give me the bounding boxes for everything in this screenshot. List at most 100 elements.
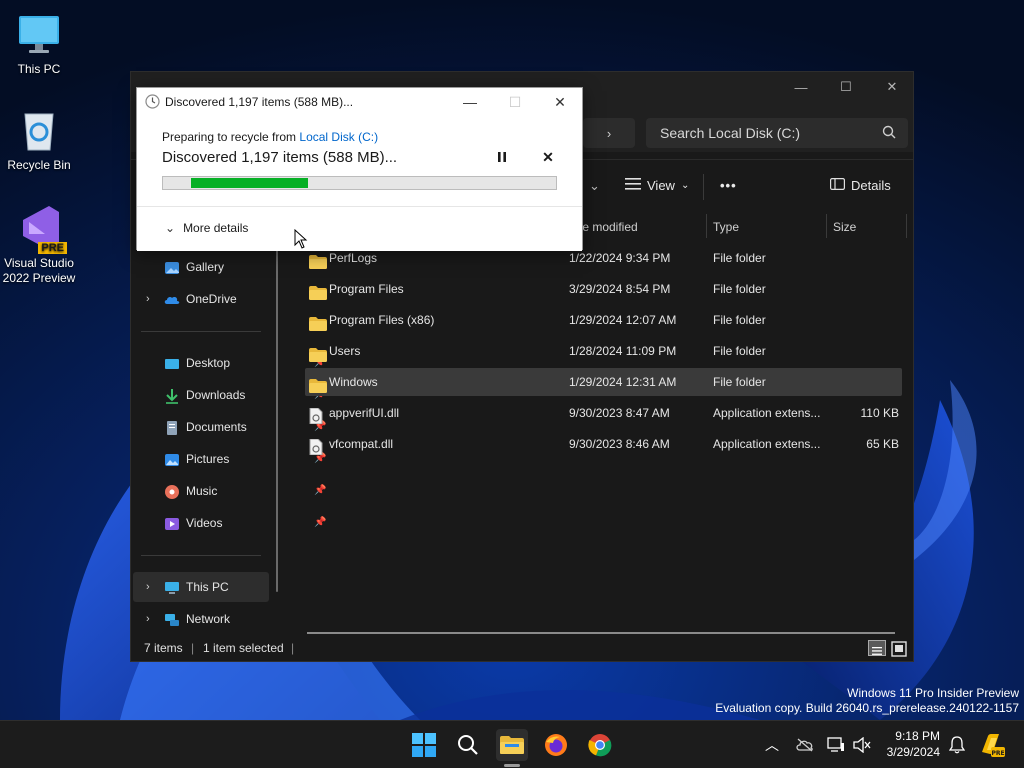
breadcrumb-chevron-button[interactable]: › bbox=[583, 118, 635, 148]
desktop-icon-visual-studio[interactable]: PRE Visual Studio 2022 Preview bbox=[2, 204, 76, 286]
nav-item-desktop[interactable]: Desktop 📌 bbox=[165, 350, 326, 376]
taskbar-search-button[interactable] bbox=[452, 729, 484, 761]
column-separator bbox=[706, 214, 707, 238]
nav-item-music[interactable]: Music 📌 bbox=[165, 478, 326, 504]
column-separator bbox=[906, 214, 907, 238]
nav-item-this-pc[interactable]: › This PC bbox=[146, 574, 229, 600]
dialog-titlebar: Discovered 1,197 items (588 MB)... — ☐ ✕ bbox=[137, 88, 582, 116]
start-button[interactable] bbox=[408, 729, 440, 761]
nav-item-network[interactable]: › Network bbox=[146, 606, 231, 632]
chevron-down-icon: ⌄ bbox=[165, 221, 176, 235]
chevron-right-icon[interactable]: › bbox=[146, 606, 150, 632]
search-icon bbox=[882, 125, 896, 142]
file-explorer-icon bbox=[500, 736, 524, 754]
file-row-program-files-x86[interactable]: Program Files (x86) 1/29/2024 12:07 AM F… bbox=[305, 306, 902, 334]
details-view-icon bbox=[872, 647, 882, 655]
details-pane-button[interactable]: Details bbox=[830, 178, 891, 193]
desktop-icon-label: This PC bbox=[17, 62, 61, 76]
pause-button[interactable] bbox=[495, 150, 509, 164]
onedrive-icon bbox=[164, 291, 180, 307]
file-row-appverifui-dll[interactable]: appverifUI.dll 9/30/2023 8:47 AM Applica… bbox=[305, 399, 902, 427]
status-divider: | bbox=[291, 641, 295, 655]
more-details-toggle[interactable]: ⌄ More details bbox=[165, 221, 248, 235]
watermark-line-1: Windows 11 Pro Insider Preview bbox=[847, 686, 1019, 700]
monitor-icon bbox=[15, 10, 63, 58]
search-input[interactable]: Search Local Disk (C:) bbox=[646, 118, 908, 148]
file-row-vfcompat-dll[interactable]: vfcompat.dll 9/30/2023 8:46 AM Applicati… bbox=[305, 430, 902, 458]
copilot-preview-button[interactable]: PRE bbox=[976, 729, 1008, 761]
nav-item-documents[interactable]: Documents 📌 bbox=[167, 414, 326, 440]
desktop-icon-recycle-bin[interactable]: Recycle Bin bbox=[2, 106, 76, 172]
dialog-body: Preparing to recycle from Local Disk (C:… bbox=[137, 116, 582, 206]
notifications-button[interactable] bbox=[941, 729, 973, 761]
music-icon bbox=[164, 483, 180, 499]
pin-icon[interactable]: 📌 bbox=[314, 478, 326, 504]
maximize-button[interactable]: ☐ bbox=[823, 72, 869, 102]
volume-muted-icon[interactable] bbox=[846, 729, 878, 761]
view-list-icon bbox=[625, 178, 641, 193]
chevron-right-icon[interactable]: › bbox=[146, 286, 150, 312]
nav-label: Documents bbox=[186, 420, 247, 434]
file-row-program-files[interactable]: Program Files 3/29/2024 8:54 PM File fol… bbox=[305, 275, 902, 303]
desktop-icon bbox=[164, 355, 180, 371]
horizontal-scrollbar[interactable] bbox=[307, 632, 895, 634]
nav-label: Videos bbox=[186, 516, 223, 530]
view-button[interactable]: View ⌄ bbox=[625, 178, 689, 193]
status-item-count: 7 items bbox=[144, 641, 183, 655]
dialog-minimize-button[interactable]: — bbox=[447, 88, 493, 116]
nav-item-downloads[interactable]: Downloads 📌 bbox=[166, 382, 326, 408]
nav-label: Downloads bbox=[186, 388, 246, 402]
column-header-type[interactable]: Type bbox=[713, 214, 739, 240]
clock-time: 9:18 PM bbox=[895, 729, 940, 743]
nav-label: Network bbox=[186, 612, 231, 626]
gallery-icon bbox=[164, 259, 180, 275]
file-row-windows[interactable]: Windows 1/29/2024 12:31 AM File folder bbox=[305, 368, 902, 396]
cloud-offline-icon[interactable] bbox=[789, 729, 821, 761]
nav-item-gallery[interactable]: Gallery bbox=[165, 254, 225, 280]
nav-label: Gallery bbox=[186, 260, 225, 274]
dialog-close-button[interactable]: ✕ bbox=[537, 88, 583, 116]
firefox-icon bbox=[545, 734, 567, 756]
videos-icon bbox=[164, 515, 180, 531]
minimize-button[interactable]: — bbox=[778, 72, 824, 102]
document-icon bbox=[164, 419, 180, 435]
close-button[interactable]: ✕ bbox=[869, 72, 915, 102]
progress-bar-fill bbox=[191, 178, 308, 188]
nav-label: Music bbox=[186, 484, 218, 498]
nav-scrollbar[interactable] bbox=[276, 240, 278, 592]
chevron-right-icon[interactable]: › bbox=[146, 574, 150, 600]
column-separator bbox=[826, 214, 827, 238]
sort-dropdown-chevron[interactable]: ⌄ bbox=[589, 178, 600, 194]
tiles-view-toggle[interactable] bbox=[891, 640, 907, 657]
dialog-headline: Discovered 1,197 items (588 MB)... bbox=[162, 149, 398, 166]
file-row-users[interactable]: Users 1/28/2024 11:09 PM File folder bbox=[305, 337, 902, 365]
chevron-down-icon: ⌄ bbox=[680, 180, 690, 191]
desktop-icon-this-pc[interactable]: This PC bbox=[2, 10, 76, 76]
cancel-button[interactable]: ✕ bbox=[541, 149, 555, 165]
nav-item-videos[interactable]: Videos 📌 bbox=[165, 510, 326, 536]
dialog-maximize-button[interactable]: ☐ bbox=[492, 88, 538, 116]
clock[interactable]: 9:18 PM 3/29/2024 bbox=[880, 728, 940, 760]
nav-label: OneDrive bbox=[186, 292, 237, 306]
nav-item-pictures[interactable]: Pictures 📌 bbox=[165, 446, 326, 472]
taskbar-firefox[interactable] bbox=[540, 729, 572, 761]
column-header-size[interactable]: Size bbox=[833, 214, 856, 240]
this-pc-icon bbox=[164, 579, 180, 595]
network-icon bbox=[164, 611, 180, 627]
details-view-toggle[interactable] bbox=[868, 640, 886, 656]
more-options-button[interactable]: ••• bbox=[720, 178, 737, 193]
recycle-progress-dialog: Discovered 1,197 items (588 MB)... — ☐ ✕… bbox=[136, 87, 583, 251]
nav-item-onedrive[interactable]: › OneDrive bbox=[146, 286, 237, 312]
taskbar-file-explorer[interactable] bbox=[496, 729, 528, 767]
column-header-date[interactable]: te modified bbox=[579, 214, 638, 240]
nav-separator bbox=[141, 331, 261, 332]
watermark-line-2: Evaluation copy. Build 26040.rs_prerelea… bbox=[715, 701, 1019, 715]
pre-badge: PRE bbox=[38, 242, 67, 254]
details-pane-icon bbox=[830, 178, 846, 193]
taskbar-chrome[interactable] bbox=[584, 729, 616, 761]
active-app-indicator bbox=[504, 764, 520, 767]
source-location-link[interactable]: Local Disk (C:) bbox=[299, 130, 378, 144]
pin-icon[interactable]: 📌 bbox=[314, 510, 326, 536]
show-hidden-icons-button[interactable]: ︿ bbox=[756, 729, 788, 761]
preparing-line: Preparing to recycle from Local Disk (C:… bbox=[162, 130, 379, 144]
